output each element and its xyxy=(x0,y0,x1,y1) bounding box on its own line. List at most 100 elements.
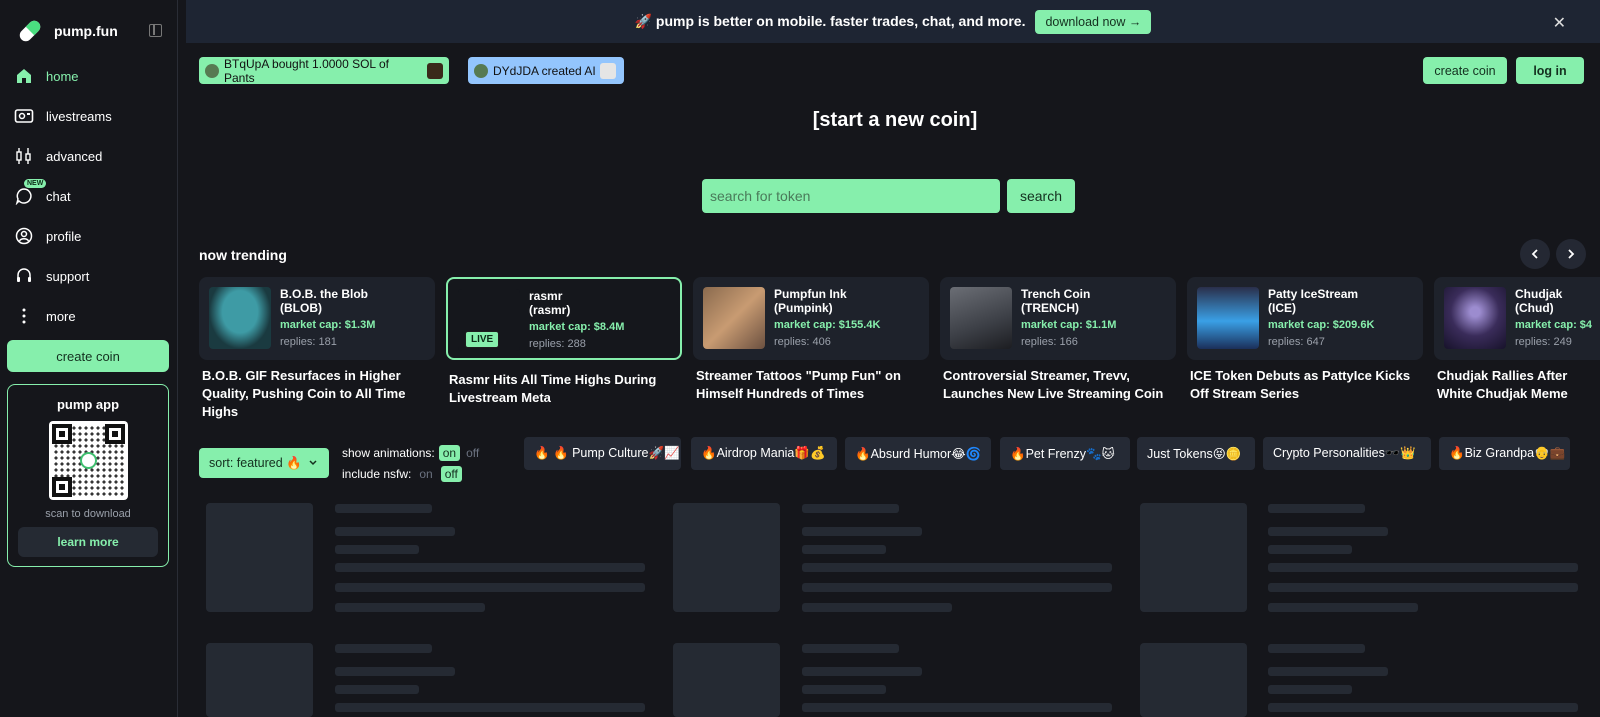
header-create-coin-button[interactable]: create coin xyxy=(1423,57,1507,84)
category-chip[interactable]: Crypto Personalities🕶️👑 xyxy=(1263,437,1431,470)
token-image xyxy=(1197,287,1259,349)
token-image xyxy=(1444,287,1506,349)
login-button[interactable]: log in xyxy=(1516,57,1584,84)
download-now-button[interactable]: download now → xyxy=(1035,9,1152,34)
trending-card-rasmr[interactable]: LIVE rasmr (rasmr) market cap: $8.4M rep… xyxy=(446,277,682,360)
now-trending-heading: now trending xyxy=(199,247,287,263)
skeleton-line xyxy=(1268,545,1352,554)
reply-count: replies: 249 xyxy=(1515,336,1572,348)
include-nsfw-row: include nsfw: on off xyxy=(342,466,462,482)
candles-icon xyxy=(14,146,34,166)
skeleton-thumb xyxy=(206,503,313,612)
skeleton-line xyxy=(335,545,419,554)
token-name: Trench Coin (TRENCH) xyxy=(1021,287,1091,315)
skeleton-line xyxy=(802,685,886,694)
trending-description[interactable]: Rasmr Hits All Time Highs During Livestr… xyxy=(449,371,685,407)
live-badge: LIVE xyxy=(465,331,500,348)
sidebar-item-label: advanced xyxy=(46,148,103,164)
logo[interactable]: pump.fun xyxy=(16,16,166,46)
profile-icon xyxy=(14,226,34,246)
skeleton-line xyxy=(335,644,432,653)
skeleton-line xyxy=(335,667,455,676)
skeleton-line xyxy=(802,603,952,612)
sidebar-item-livestreams[interactable]: livestreams xyxy=(10,96,170,136)
skeleton-line xyxy=(802,563,1112,572)
sort-dropdown[interactable]: sort: featured 🔥 xyxy=(199,448,329,478)
trending-card-trench[interactable]: Trench Coin (TRENCH) market cap: $1.1M r… xyxy=(940,277,1176,360)
skeleton-line xyxy=(802,703,1112,712)
trending-description[interactable]: Controversial Streamer, Trevv, Launches … xyxy=(943,367,1179,403)
chevron-down-icon xyxy=(309,460,317,466)
token-image xyxy=(703,287,765,349)
skeleton-line xyxy=(1268,603,1418,612)
sidebar-item-label: profile xyxy=(46,228,82,244)
category-chip[interactable]: 🔥Absurd Humor😂🌀 xyxy=(845,437,991,470)
skeleton-line xyxy=(1268,504,1365,513)
reply-count: replies: 166 xyxy=(1021,336,1078,348)
category-chip[interactable]: Just Tokens😝🪙 xyxy=(1137,437,1255,470)
nsfw-on-toggle[interactable]: on xyxy=(419,467,432,481)
reply-count: replies: 288 xyxy=(529,338,586,350)
qr-code xyxy=(49,421,128,500)
animations-off-toggle[interactable]: off xyxy=(466,446,479,460)
close-icon[interactable]: ✕ xyxy=(1553,13,1566,33)
category-chip[interactable]: 🔥Airdrop Mania🎁💰 xyxy=(691,437,837,470)
trending-description[interactable]: Chudjak Rallies After White Chudjak Meme xyxy=(1437,367,1600,403)
animations-on-toggle[interactable]: on xyxy=(438,445,461,461)
sidebar-item-label: chat xyxy=(46,188,71,204)
sidebar-item-support[interactable]: support xyxy=(10,256,170,296)
category-chip[interactable]: 🔥Pet Frenzy🐾🐱 xyxy=(1000,437,1130,470)
ticker-text: DYdJDA created AI xyxy=(493,63,596,78)
start-new-coin-link[interactable]: [start a new coin] xyxy=(700,109,1090,132)
ticker-item-create[interactable]: DYdJDA created AI xyxy=(468,57,624,84)
skeleton-thumb xyxy=(673,503,780,612)
token-image xyxy=(427,62,443,79)
chat-icon xyxy=(14,186,34,206)
trending-card-ice[interactable]: Patty IceStream (ICE) market cap: $209.6… xyxy=(1187,277,1423,360)
sidebar-item-profile[interactable]: profile xyxy=(10,216,170,256)
sidebar: pump.fun home livestreams advanced NEW c… xyxy=(0,0,178,717)
sidebar-item-chat[interactable]: NEW chat xyxy=(10,176,170,216)
trending-card-pumpink[interactable]: Pumpfun Ink (Pumpink) market cap: $155.4… xyxy=(693,277,929,360)
show-animations-row: show animations: on off xyxy=(342,445,479,461)
prev-arrow-button[interactable] xyxy=(1520,239,1550,269)
trending-description[interactable]: ICE Token Debuts as PattyIce Kicks Off S… xyxy=(1190,367,1426,403)
more-icon xyxy=(14,306,34,326)
token-image xyxy=(950,287,1012,349)
skeleton-line xyxy=(1268,667,1388,676)
sidebar-item-more[interactable]: more xyxy=(10,296,170,336)
search-button[interactable]: search xyxy=(1007,179,1075,213)
collapse-sidebar-icon[interactable] xyxy=(149,24,162,37)
next-arrow-button[interactable] xyxy=(1556,239,1586,269)
livestream-icon xyxy=(14,106,34,126)
skeleton-line xyxy=(802,644,899,653)
show-animations-label: show animations: xyxy=(342,446,435,460)
ticker-text: BTqUpA bought 1.0000 SOL of Pants xyxy=(224,56,390,85)
skeleton-line xyxy=(335,703,645,712)
trending-card-chud[interactable]: Chudjak (Chud) market cap: $4 replies: 2… xyxy=(1434,277,1600,360)
trending-card-blob[interactable]: B.O.B. the Blob (BLOB) market cap: $1.3M… xyxy=(199,277,435,360)
trending-description[interactable]: B.O.B. GIF Resurfaces in Higher Quality,… xyxy=(202,367,438,421)
reply-count: replies: 181 xyxy=(280,336,337,348)
skeleton-line xyxy=(802,504,899,513)
headset-icon xyxy=(14,266,34,286)
sidebar-item-advanced[interactable]: advanced xyxy=(10,136,170,176)
reply-count: replies: 406 xyxy=(774,336,831,348)
skeleton-line xyxy=(802,545,886,554)
category-chip[interactable]: 🔥 🔥 Pump Culture🚀📈 xyxy=(524,437,681,470)
search-input[interactable] xyxy=(702,179,1000,213)
skeleton-line xyxy=(802,667,922,676)
ticker-item-buy[interactable]: BTqUpA bought 1.0000 SOL of Pants xyxy=(199,56,449,85)
include-nsfw-label: include nsfw: xyxy=(342,467,412,481)
skeleton-thumb xyxy=(1140,643,1247,717)
learn-more-button[interactable]: learn more xyxy=(18,527,158,557)
sort-label: sort: featured 🔥 xyxy=(209,455,302,470)
sidebar-create-coin-button[interactable]: create coin xyxy=(7,340,169,372)
nsfw-off-toggle[interactable]: off xyxy=(440,466,462,482)
token-image xyxy=(599,62,616,79)
trending-description[interactable]: Streamer Tattoos "Pump Fun" on Himself H… xyxy=(696,367,932,403)
category-chip[interactable]: 🔥Biz Grandpa👴💼 xyxy=(1439,437,1570,470)
sidebar-item-home[interactable]: home xyxy=(10,56,170,96)
banner-text: 🚀 pump is better on mobile. faster trade… xyxy=(634,13,1026,29)
avatar xyxy=(474,63,488,78)
